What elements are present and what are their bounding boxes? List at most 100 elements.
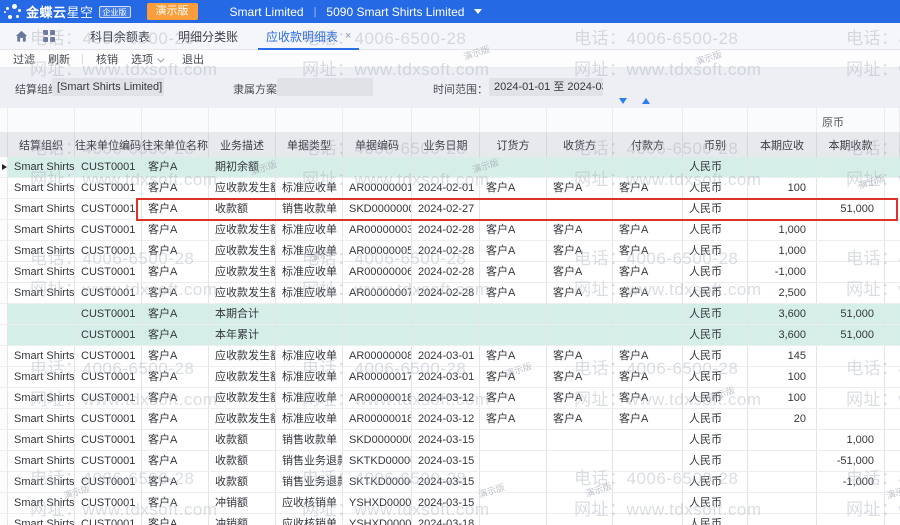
cell-clipped bbox=[885, 367, 900, 388]
options-dropdown[interactable]: 选项 bbox=[131, 51, 162, 67]
column-header-blank[interactable] bbox=[885, 133, 900, 157]
cell-payer: 客户A bbox=[613, 367, 683, 388]
cell-partner-code: CUST0001 bbox=[75, 325, 142, 346]
cell-clipped bbox=[885, 325, 900, 346]
cell-orderer bbox=[480, 472, 547, 493]
table-row[interactable]: Smart Shirts LimCUST0001客户A冲销额应收核销单YSHXD… bbox=[0, 514, 900, 525]
column-header-consignee[interactable]: 收货方 bbox=[547, 133, 613, 157]
table-row[interactable]: Smart Shirts LimCUST0001客户A应收款发生额标准应收单AR… bbox=[0, 283, 900, 304]
date-range-field[interactable]: 2024-01-01 至 2024-03-31 bbox=[489, 78, 603, 96]
cell-orderer: 客户A bbox=[480, 409, 547, 430]
cell-biz-date: 2024-02-28 bbox=[412, 220, 480, 241]
cell-org: Smart Shirts Lim bbox=[8, 157, 75, 178]
table-row[interactable]: Smart Shirts LimCUST0001客户A应收款发生额标准应收单AR… bbox=[0, 262, 900, 283]
column-header-payer[interactable]: 付款方 bbox=[613, 133, 683, 157]
cell-currency: 人民币 bbox=[683, 346, 748, 367]
table-row[interactable]: Smart Shirts LimCUST0001客户A冲销额应收核销单YSHXD… bbox=[0, 493, 900, 514]
row-indicator bbox=[0, 472, 8, 493]
table-row[interactable]: CUST0001客户A本期合计人民币3,60051,000 bbox=[0, 304, 900, 325]
cell-receivable: 100 bbox=[748, 388, 817, 409]
refresh-button[interactable]: 刷新 bbox=[48, 51, 70, 67]
table-row[interactable]: Smart Shirts LimCUST0001客户A收款额销售收款单SKD00… bbox=[0, 199, 900, 220]
table-row[interactable]: Smart Shirts LimCUST0001客户A应收款发生额标准应收单AR… bbox=[0, 178, 900, 199]
group-cell bbox=[276, 108, 343, 132]
column-header-doc-no[interactable]: 单据编码 bbox=[343, 133, 412, 157]
cell-payer: 客户A bbox=[613, 262, 683, 283]
column-header-received[interactable]: 本期收款 bbox=[817, 133, 885, 157]
cell-doc-no: AR00000006 bbox=[343, 262, 412, 283]
tab-科目余额表[interactable]: 科目余额表 bbox=[76, 23, 164, 50]
row-indicator bbox=[0, 409, 8, 430]
column-header-biz-date[interactable]: 业务日期 bbox=[412, 133, 480, 157]
cell-biz-date: 2024-02-28 bbox=[412, 262, 480, 283]
cell-org: Smart Shirts Lim bbox=[8, 430, 75, 451]
column-header-blank[interactable] bbox=[0, 133, 8, 157]
cell-partner-name: 客户A bbox=[142, 178, 209, 199]
cell-doc-type bbox=[276, 325, 343, 346]
cell-consignee: 客户A bbox=[547, 409, 613, 430]
cell-orderer: 客户A bbox=[480, 367, 547, 388]
cell-payer: 客户A bbox=[613, 409, 683, 430]
apps-grid-icon[interactable] bbox=[43, 30, 56, 43]
collapse-down-icon[interactable] bbox=[619, 98, 627, 104]
column-header-orderer[interactable]: 订货方 bbox=[480, 133, 547, 157]
tab-应收款明细表[interactable]: 应收款明细表× bbox=[252, 23, 365, 50]
home-icon[interactable] bbox=[14, 29, 29, 44]
cell-doc-no: AR00000008 bbox=[343, 346, 412, 367]
cell-orderer: 客户A bbox=[480, 346, 547, 367]
cell-doc-type: 标准应收单 bbox=[276, 262, 343, 283]
cell-orderer: 客户A bbox=[480, 220, 547, 241]
cell-payer bbox=[613, 451, 683, 472]
table-row[interactable]: Smart Shirts LimCUST0001客户A应收款发生额标准应收单AR… bbox=[0, 346, 900, 367]
cell-doc-type: 标准应收单 bbox=[276, 409, 343, 430]
workspace-name[interactable]: Smart Limited bbox=[230, 5, 304, 19]
cell-clipped bbox=[885, 262, 900, 283]
tab-明细分类账[interactable]: 明细分类账 bbox=[164, 23, 252, 50]
cell-currency: 人民币 bbox=[683, 514, 748, 525]
cell-received bbox=[817, 367, 885, 388]
column-header-partner-code[interactable]: 往来单位编码 bbox=[75, 133, 142, 157]
cell-payer bbox=[613, 304, 683, 325]
table-row[interactable]: Smart Shirts LimCUST0001客户A收款额销售收款单SKD00… bbox=[0, 430, 900, 451]
table-row[interactable]: Smart Shirts LimCUST0001客户A应收款发生额标准应收单AR… bbox=[0, 388, 900, 409]
cell-received bbox=[817, 220, 885, 241]
demo-version-badge[interactable]: 演示版 bbox=[147, 3, 198, 20]
column-header-org[interactable]: 结算组织 bbox=[8, 133, 75, 157]
table-row[interactable]: Smart Shirts LimCUST0001客户A期初余额人民币 bbox=[0, 157, 900, 178]
table-row[interactable]: Smart Shirts LimCUST0001客户A应收款发生额标准应收单AR… bbox=[0, 241, 900, 262]
caret-down-icon[interactable] bbox=[474, 9, 482, 14]
close-tab-icon[interactable]: × bbox=[345, 30, 351, 42]
cell-partner-code: CUST0001 bbox=[75, 493, 142, 514]
column-header-doc-type[interactable]: 单据类型 bbox=[276, 133, 343, 157]
table-row[interactable]: Smart Shirts LimCUST0001客户A应收款发生额标准应收单AR… bbox=[0, 409, 900, 430]
cell-doc-no: YSHXD00000001 bbox=[343, 493, 412, 514]
cell-biz-date bbox=[412, 325, 480, 346]
table-row[interactable]: Smart Shirts LimCUST0001客户A收款额销售业务退款单SKT… bbox=[0, 451, 900, 472]
table-row[interactable]: CUST0001客户A本年累计人民币3,60051,000 bbox=[0, 325, 900, 346]
column-header-biz-desc[interactable]: 业务描述 bbox=[209, 133, 276, 157]
verify-button[interactable]: 核销 bbox=[96, 51, 118, 67]
table-row[interactable]: Smart Shirts LimCUST0001客户A应收款发生额标准应收单AR… bbox=[0, 220, 900, 241]
row-indicator bbox=[0, 451, 8, 472]
filter-button[interactable]: 过滤 bbox=[13, 51, 35, 67]
table-row[interactable]: Smart Shirts LimCUST0001客户A收款额销售业务退款单SKT… bbox=[0, 472, 900, 493]
cell-consignee bbox=[547, 199, 613, 220]
cell-doc-type: 标准应收单 bbox=[276, 346, 343, 367]
table-row[interactable]: Smart Shirts LimCUST0001客户A应收款发生额标准应收单AR… bbox=[0, 367, 900, 388]
cell-received: -51,000 bbox=[817, 451, 885, 472]
cell-partner-name: 客户A bbox=[142, 304, 209, 325]
cell-doc-no: AR00000007 bbox=[343, 283, 412, 304]
expand-up-icon[interactable] bbox=[642, 98, 650, 104]
cell-consignee bbox=[547, 157, 613, 178]
scheme-field[interactable] bbox=[277, 78, 373, 96]
cell-biz-desc: 应收款发生额 bbox=[209, 220, 276, 241]
exit-button[interactable]: 退出 bbox=[182, 51, 204, 67]
org-selector[interactable]: 5090 Smart Shirts Limited bbox=[326, 5, 464, 19]
cell-org: Smart Shirts Lim bbox=[8, 514, 75, 525]
settle-org-field[interactable]: [Smart Shirts Limited] bbox=[52, 78, 164, 96]
group-cell bbox=[343, 108, 412, 132]
column-header-receivable[interactable]: 本期应收 bbox=[748, 133, 817, 157]
column-header-currency[interactable]: 币别 bbox=[683, 133, 748, 157]
cell-partner-name: 客户A bbox=[142, 241, 209, 262]
column-header-partner-name[interactable]: 往来单位名称 bbox=[142, 133, 209, 157]
